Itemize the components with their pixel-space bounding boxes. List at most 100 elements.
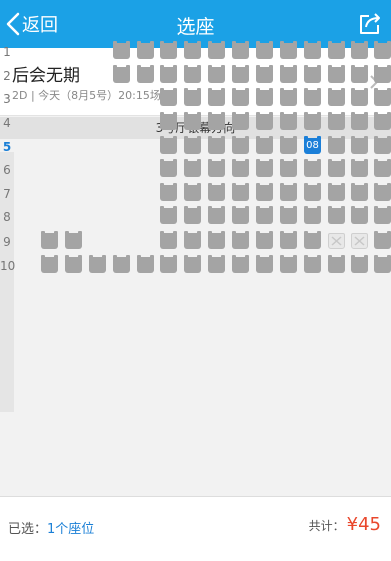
seat[interactable] [184,231,201,249]
seat[interactable] [184,41,201,59]
seat[interactable] [137,41,154,59]
seat[interactable] [160,112,177,130]
seat[interactable] [256,159,273,177]
seat[interactable] [351,112,368,130]
seat[interactable] [184,136,201,154]
seat[interactable] [208,65,225,83]
seat[interactable] [232,65,249,83]
seat[interactable] [280,136,297,154]
seat[interactable] [208,255,225,273]
seat[interactable] [304,41,321,59]
seat[interactable] [351,41,368,59]
seat[interactable] [304,88,321,106]
seat[interactable] [137,65,154,83]
seat[interactable] [374,159,391,177]
seat[interactable] [184,159,201,177]
share-icon[interactable] [357,11,383,37]
seat[interactable] [374,112,391,130]
seat[interactable] [113,65,130,83]
seat[interactable] [160,159,177,177]
seat[interactable] [232,255,249,273]
seat[interactable] [374,183,391,201]
seat[interactable] [160,206,177,224]
seat[interactable] [328,183,345,201]
seat[interactable] [137,255,154,273]
seat[interactable] [160,255,177,273]
seat[interactable] [208,41,225,59]
seat[interactable] [256,255,273,273]
seat[interactable] [160,65,177,83]
seat[interactable] [328,112,345,130]
seat[interactable] [351,159,368,177]
seat[interactable] [232,88,249,106]
seat[interactable] [160,88,177,106]
seat[interactable] [328,136,345,154]
seat[interactable] [374,136,391,154]
seat[interactable] [89,255,106,273]
seat[interactable] [232,183,249,201]
seat[interactable] [280,65,297,83]
seat[interactable] [113,255,130,273]
seat[interactable] [232,159,249,177]
seat[interactable] [351,206,368,224]
seat[interactable] [184,206,201,224]
seat[interactable] [184,183,201,201]
seat[interactable] [328,88,345,106]
seat[interactable] [232,112,249,130]
seat[interactable] [208,231,225,249]
seat[interactable] [280,159,297,177]
seat[interactable] [304,65,321,83]
seat[interactable] [351,183,368,201]
seat[interactable] [208,136,225,154]
seat[interactable] [65,255,82,273]
seat[interactable] [328,159,345,177]
seat[interactable] [208,183,225,201]
seat[interactable] [304,159,321,177]
seat[interactable] [184,88,201,106]
seat[interactable] [256,183,273,201]
seat[interactable] [41,231,58,249]
seat[interactable] [41,255,58,273]
seat[interactable] [328,41,345,59]
seat[interactable] [232,41,249,59]
seat[interactable] [280,231,297,249]
seat[interactable] [328,65,345,83]
seat[interactable] [374,255,391,273]
seat[interactable] [65,231,82,249]
seat[interactable] [208,206,225,224]
seat[interactable] [351,136,368,154]
seat[interactable] [232,231,249,249]
seat[interactable] [280,255,297,273]
seat[interactable] [208,88,225,106]
seat[interactable] [374,65,391,83]
seat[interactable] [184,112,201,130]
seat[interactable] [351,88,368,106]
seat[interactable] [304,112,321,130]
seat[interactable] [160,136,177,154]
seat[interactable] [232,206,249,224]
seat[interactable] [256,41,273,59]
seat[interactable] [184,65,201,83]
seat[interactable] [256,231,273,249]
seat[interactable] [304,255,321,273]
selected-seat[interactable]: 08 [304,136,321,154]
seat[interactable] [374,88,391,106]
seat[interactable] [328,255,345,273]
seat[interactable] [160,231,177,249]
seat[interactable] [304,183,321,201]
seat[interactable] [374,231,391,249]
seat[interactable] [351,255,368,273]
seat[interactable] [160,41,177,59]
seat[interactable] [113,41,130,59]
seat[interactable] [160,183,177,201]
seat[interactable] [256,206,273,224]
seat[interactable] [304,231,321,249]
seat[interactable] [280,41,297,59]
seat[interactable] [304,206,321,224]
seat[interactable] [351,65,368,83]
seat[interactable] [256,112,273,130]
seat[interactable] [374,206,391,224]
seat[interactable] [328,206,345,224]
seat[interactable] [256,88,273,106]
seat[interactable] [280,183,297,201]
